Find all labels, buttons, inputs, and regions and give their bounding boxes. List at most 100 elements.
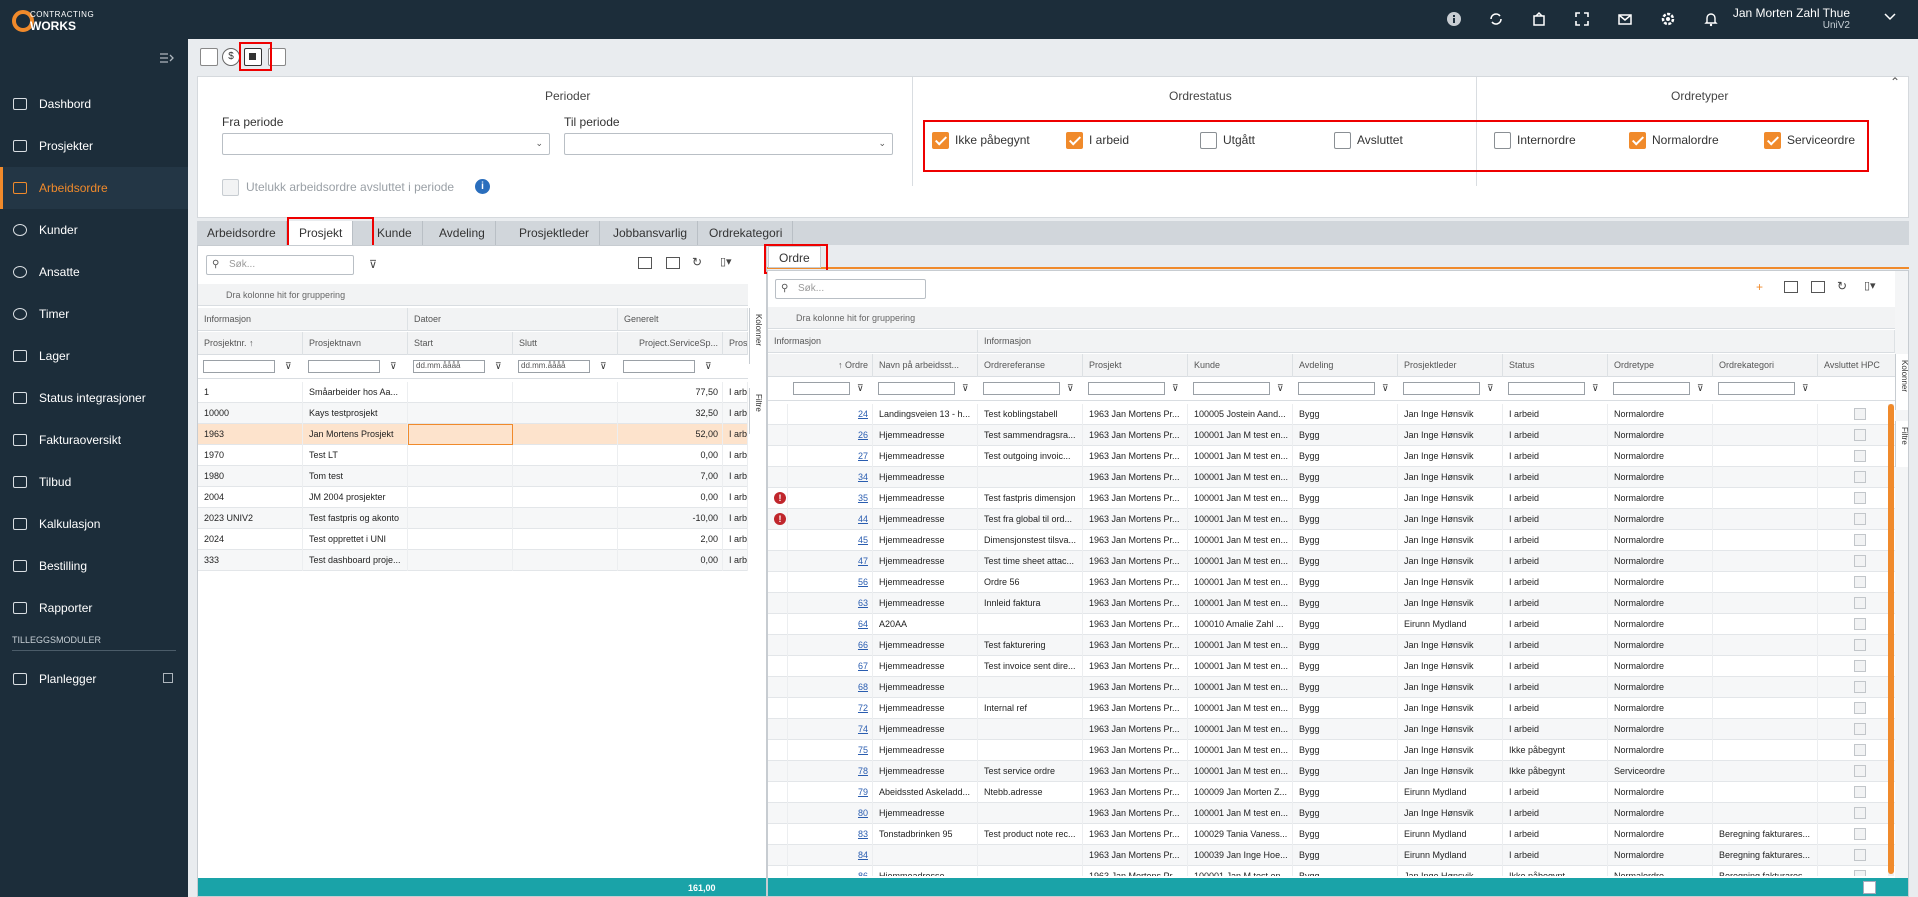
filter-icon[interactable]: ⊽ <box>285 361 292 372</box>
table-row[interactable]: 74 Hjemmeadresse 1963 Jan Mortens Pr... 100… <box>768 719 1895 740</box>
col-navn-på-arbeidsst[interactable]: Navn på arbeidsst... <box>873 354 978 377</box>
status-ikke-pabegynt-checkbox[interactable] <box>932 132 949 149</box>
filter-icon[interactable]: ⊽ <box>390 361 397 372</box>
avsluttet-hpc-checkbox[interactable] <box>1854 639 1866 651</box>
sidebar-item-ansatte[interactable]: Ansatte <box>0 251 188 293</box>
order-link[interactable]: 64 <box>788 614 873 635</box>
bell-icon[interactable] <box>1699 8 1723 30</box>
columns-side-tab[interactable]: Kolonner <box>1895 354 1908 410</box>
avsluttet-hpc-checkbox[interactable] <box>1854 597 1866 609</box>
order-link[interactable]: 66 <box>788 635 873 656</box>
filter-icon[interactable]: ⊽ <box>1592 383 1599 394</box>
order-link[interactable]: 26 <box>788 425 873 446</box>
refresh-icon[interactable]: ↻ <box>692 255 702 269</box>
avsluttet-hpc-checkbox[interactable] <box>1854 744 1866 756</box>
sidebar-item-rapporter[interactable]: Rapporter <box>0 587 188 629</box>
table-row[interactable]: 84 1963 Jan Mortens Pr... 100039 Jan Inge … <box>768 845 1895 866</box>
fullscreen-icon[interactable] <box>1570 8 1594 30</box>
avsluttet-hpc-checkbox[interactable] <box>1854 807 1866 819</box>
order-link[interactable]: 44 <box>788 509 873 530</box>
sidebar-item-timer[interactable]: Timer <box>0 293 188 335</box>
col-avdeling[interactable]: Avdeling <box>1293 354 1398 377</box>
order-link[interactable]: 45 <box>788 530 873 551</box>
table-row[interactable]: ! 35 Hjemmeadresse Test fastpris dimensjon 1… <box>768 488 1895 509</box>
tab-ordrekategori[interactable]: Ordrekategori <box>699 221 794 245</box>
tab-jobbansvarlig[interactable]: Jobbansvarlig <box>603 221 699 245</box>
app-logo[interactable]: CONTRACTING WORKS <box>12 7 102 34</box>
col-prosjektnavn[interactable]: Prosjektnavn <box>303 332 408 355</box>
col-ordrekategori[interactable]: Ordrekategori <box>1713 354 1818 377</box>
order-link[interactable]: 72 <box>788 698 873 719</box>
col-ordretype[interactable]: Ordretype <box>1608 354 1713 377</box>
avsluttet-hpc-checkbox[interactable] <box>1854 429 1866 441</box>
tab-kunde[interactable]: Kunde <box>367 221 423 245</box>
collapse-icon[interactable]: ⌃ <box>1890 75 1900 89</box>
col-service[interactable]: Project.ServiceSp... <box>618 332 723 355</box>
tab-prosjektleder[interactable]: Prosjektleder <box>509 221 601 245</box>
layout-menu-icon[interactable]: ▯▾ <box>1864 279 1876 292</box>
layout-menu-icon[interactable]: ▯▾ <box>720 255 732 268</box>
money-view-icon[interactable]: $ <box>222 48 240 66</box>
type-internordre-checkbox[interactable] <box>1494 132 1511 149</box>
table-row[interactable]: 63 Hjemmeadresse Innleid faktura 1963 Jan M… <box>768 593 1895 614</box>
col-ordrereferanse[interactable]: Ordrereferanse <box>978 354 1083 377</box>
column-filter-input[interactable] <box>1193 382 1270 395</box>
chevron-down-icon[interactable] <box>1884 12 1896 25</box>
col-pros[interactable]: Pros <box>723 332 748 355</box>
filter-icon[interactable]: ⊽ <box>705 361 712 372</box>
avsluttet-hpc-checkbox[interactable] <box>1854 408 1866 420</box>
order-link[interactable]: 63 <box>788 593 873 614</box>
order-link[interactable]: 56 <box>788 572 873 593</box>
table-row[interactable]: 64 A20AA 1963 Jan Mortens Pr... 100010 Amal… <box>768 614 1895 635</box>
order-link[interactable]: 27 <box>788 446 873 467</box>
list-view-icon[interactable] <box>200 48 218 66</box>
column-filter-input[interactable] <box>1718 382 1795 395</box>
order-link[interactable]: 24 <box>788 404 873 425</box>
sidebar-item-planlegger[interactable]: Planlegger <box>0 658 188 700</box>
tab-avdeling[interactable]: Avdeling <box>429 221 496 245</box>
order-search-input[interactable]: Søk... <box>775 279 926 299</box>
sidebar-item-prosjekter[interactable]: Prosjekter <box>0 125 188 167</box>
filter-service[interactable] <box>623 360 695 373</box>
filter-icon[interactable]: ⊽ <box>1487 383 1494 394</box>
sidebar-item-bestilling[interactable]: Bestilling <box>0 545 188 587</box>
col-ordre[interactable]: ↑ Ordre <box>788 354 873 377</box>
from-period-select[interactable]: ⌄ <box>222 133 550 155</box>
gear-icon[interactable] <box>1656 8 1680 30</box>
column-filter-input[interactable] <box>1613 382 1690 395</box>
column-filter-input[interactable] <box>1508 382 1585 395</box>
project-search-input[interactable]: Søk... <box>206 255 354 275</box>
filter-icon[interactable]: ⊽ <box>1172 383 1179 394</box>
avsluttet-hpc-checkbox[interactable] <box>1854 849 1866 861</box>
table-row[interactable]: 1 Småarbeider hos Aa... 77,50 I arb <box>198 382 748 403</box>
filter-icon[interactable]: ⊽ <box>600 361 607 372</box>
status-avsluttet-checkbox[interactable] <box>1334 132 1351 149</box>
sidebar-item-kalkulasjon[interactable]: Kalkulasjon <box>0 503 188 545</box>
table-row[interactable]: 1980 Tom test 7,00 I arb <box>198 466 748 487</box>
avsluttet-hpc-checkbox[interactable] <box>1854 828 1866 840</box>
order-link[interactable]: 47 <box>788 551 873 572</box>
table-row[interactable]: 68 Hjemmeadresse 1963 Jan Mortens Pr... 100… <box>768 677 1895 698</box>
col-kunde[interactable]: Kunde <box>1188 354 1293 377</box>
filter-icon[interactable]: ⊽ <box>857 383 864 394</box>
info-icon[interactable]: i <box>475 179 490 194</box>
avsluttet-hpc-checkbox[interactable] <box>1854 492 1866 504</box>
column-filter-input[interactable] <box>1298 382 1375 395</box>
order-link[interactable]: 67 <box>788 656 873 677</box>
table-row[interactable]: 75 Hjemmeadresse 1963 Jan Mortens Pr... 100… <box>768 740 1895 761</box>
table-row[interactable]: 80 Hjemmeadresse 1963 Jan Mortens Pr... 100… <box>768 803 1895 824</box>
avsluttet-hpc-checkbox[interactable] <box>1854 681 1866 693</box>
box-icon[interactable] <box>1527 8 1551 30</box>
avsluttet-hpc-checkbox[interactable] <box>1854 576 1866 588</box>
col-status[interactable]: Status <box>1503 354 1608 377</box>
avsluttet-hpc-checkbox[interactable] <box>1854 471 1866 483</box>
group-by-bar[interactable]: Dra kolonne hit for gruppering <box>768 307 1895 329</box>
scrollbar-track[interactable] <box>1888 404 1894 876</box>
column-filter-input[interactable] <box>1088 382 1165 395</box>
order-link[interactable]: 68 <box>788 677 873 698</box>
info-icon[interactable] <box>1442 8 1466 30</box>
table-row[interactable]: 26 Hjemmeadresse Test sammendragsra... 1963… <box>768 425 1895 446</box>
table-row[interactable]: 1970 Test LT 0,00 I arb <box>198 445 748 466</box>
columns-icon[interactable] <box>666 257 680 269</box>
avsluttet-hpc-checkbox[interactable] <box>1854 765 1866 777</box>
